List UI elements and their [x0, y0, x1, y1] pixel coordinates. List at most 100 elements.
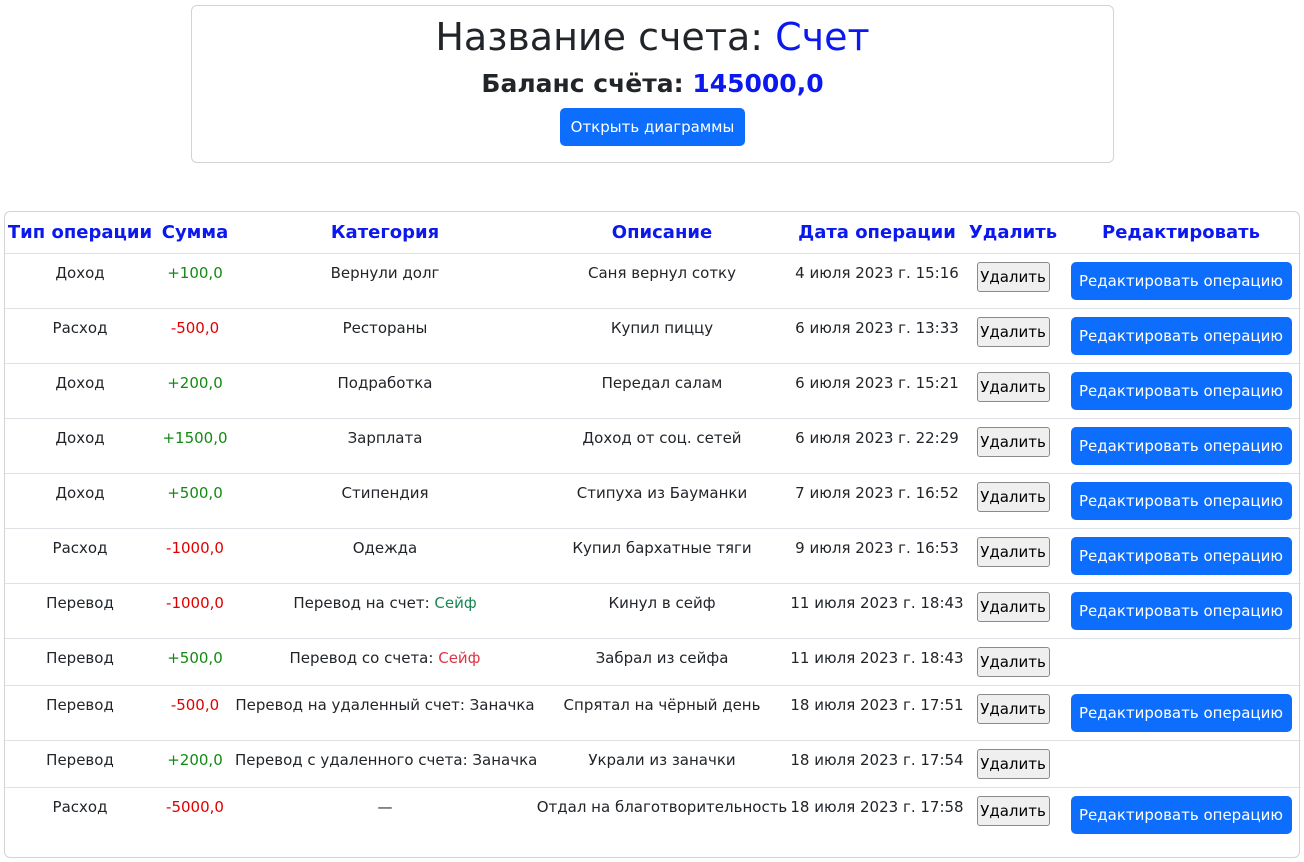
operation-category: Подработка [235, 363, 535, 419]
header-category: Категория [235, 212, 535, 254]
operation-amount: +1500,0 [155, 418, 235, 474]
category-label: Зарплата [347, 428, 423, 447]
operation-type: Расход [52, 797, 108, 816]
operations-table: Тип операции Сумма Категория Описание Да… [5, 212, 1301, 842]
table-row: Доход +500,0 Стипендия Стипуха из Бауманки 7… [5, 473, 1301, 529]
operation-type: Расход [5, 308, 155, 364]
operation-date: 6 июля 2023 г. 22:29 [789, 418, 965, 474]
edit-operation-button[interactable]: Редактировать операцию [1070, 481, 1292, 520]
operation-category: Одежда [235, 528, 535, 584]
operation-description: Передал салам [535, 363, 789, 419]
operation-edit-cell [1061, 740, 1301, 788]
table-row: Расход -1000,0 Одежда Купил бархатные тяги 9… [5, 528, 1301, 584]
delete-button[interactable]: Удалить [976, 646, 1050, 677]
operation-category: Вернули долг [235, 253, 535, 309]
delete-button[interactable]: Удалить [976, 426, 1050, 457]
operation-date: 7 июля 2023 г. 16:52 [789, 473, 965, 529]
delete-button[interactable]: Удалить [976, 795, 1050, 826]
operation-delete-cell: Удалить [965, 363, 1061, 419]
operation-edit-cell: Редактировать операцию [1061, 253, 1301, 309]
edit-operation-button[interactable]: Редактировать операцию [1070, 536, 1292, 575]
operation-amount: -500,0 [155, 308, 235, 364]
account-card: Название счета: Счет Баланс счёта: 14500… [191, 5, 1114, 163]
operation-category: Перевод со счета: Сейф [235, 638, 535, 686]
operation-edit-cell: Редактировать операцию [1061, 685, 1301, 741]
delete-button[interactable]: Удалить [976, 371, 1050, 402]
delete-button[interactable]: Удалить [976, 261, 1050, 292]
operation-delete-cell: Удалить [965, 473, 1061, 529]
edit-operation-button[interactable]: Редактировать операцию [1070, 371, 1292, 410]
operation-category: Рестораны [235, 308, 535, 364]
operation-delete-cell: Удалить [965, 253, 1061, 309]
operation-description: Украли из заначки [535, 740, 789, 788]
table-row: Доход +100,0 Вернули долг Саня вернул сотку… [5, 253, 1301, 309]
operation-edit-cell: Редактировать операцию [1061, 363, 1301, 419]
edit-operation-button[interactable]: Редактировать операцию [1070, 591, 1292, 630]
operation-category: Зарплата [235, 418, 535, 474]
operation-type: Доход [5, 253, 155, 309]
table-row: Доход +200,0 Подработка Передал салам 6 июля… [5, 363, 1301, 419]
operation-description: Купил бархатные тяги [535, 528, 789, 584]
operation-date: 9 июля 2023 г. 16:53 [789, 528, 965, 584]
edit-operation-button[interactable]: Редактировать операцию [1070, 316, 1292, 355]
account-title-label: Название счета: [435, 15, 764, 59]
edit-operation-button[interactable]: Редактировать операцию [1070, 693, 1292, 732]
account-title: Название счета: Счет [192, 12, 1113, 62]
header-delete: Удалить [965, 212, 1061, 254]
operation-type: Доход [5, 418, 155, 474]
header-date: Дата операции [789, 212, 965, 254]
table-row: Перевод -500,0 Перевод на удаленный счет: … [5, 685, 1301, 741]
category-label: Перевод со счета: [289, 648, 434, 667]
open-charts-button[interactable]: Открыть диаграммы [560, 108, 745, 146]
table-row: Перевод +200,0 Перевод с удаленного счета:… [5, 740, 1301, 788]
delete-button[interactable]: Удалить [976, 693, 1050, 724]
edit-operation-button[interactable]: Редактировать операцию [1070, 261, 1292, 300]
operation-description: Доход от соц. сетей [535, 418, 789, 474]
operation-date: 11 июля 2023 г. 18:43 [789, 638, 965, 686]
operation-amount: +500,0 [155, 638, 235, 686]
operation-description: Отдал на благотворительность [536, 797, 788, 816]
operation-amount: -1000,0 [155, 528, 235, 584]
operation-delete-cell: Удалить [965, 685, 1061, 741]
operation-type: Доход [5, 473, 155, 529]
category-label: Одежда [352, 538, 418, 557]
operation-amount: +200,0 [155, 363, 235, 419]
operation-category: Стипендия [235, 473, 535, 529]
operation-delete-cell: Удалить [965, 528, 1061, 584]
header-type: Тип операции [5, 212, 155, 254]
operation-delete-cell: Удалить [965, 787, 1061, 842]
operation-description: Стипуха из Бауманки [535, 473, 789, 529]
operation-category: Перевод на счет: Сейф [235, 583, 535, 639]
edit-operation-button[interactable]: Редактировать операцию [1070, 795, 1292, 834]
balance-value: 145000,0 [692, 69, 824, 98]
operation-description: Спрятал на чёрный день [535, 685, 789, 741]
operation-edit-cell: Редактировать операцию [1061, 583, 1301, 639]
category-label: Перевод на счет: [293, 593, 430, 612]
delete-button[interactable]: Удалить [976, 748, 1050, 779]
table-row: Расход -500,0 Рестораны Купил пиццу 6 июля 2… [5, 308, 1301, 364]
account-balance: Баланс счёта: 145000,0 [192, 64, 1113, 104]
delete-button[interactable]: Удалить [976, 316, 1050, 347]
table-row: Расход -5000,0 — Отдал на благотворительнос… [5, 787, 1301, 842]
category-account-link: Сейф [434, 593, 477, 612]
operation-delete-cell: Удалить [965, 740, 1061, 788]
category-label: — [377, 797, 393, 816]
header-description: Описание [535, 212, 789, 254]
operation-type: Расход [5, 528, 155, 584]
account-name: Счет [775, 15, 870, 59]
operation-description: Кинул в сейф [535, 583, 789, 639]
operation-amount: +100,0 [155, 253, 235, 309]
operation-category: Перевод на удаленный счет: Заначка [235, 685, 535, 741]
delete-button[interactable]: Удалить [976, 536, 1050, 567]
operation-type: Перевод [5, 583, 155, 639]
operation-date: 18 июля 2023 г. 17:54 [789, 740, 965, 788]
delete-button[interactable]: Удалить [976, 481, 1050, 512]
operation-category: — [235, 787, 535, 842]
operation-delete-cell: Удалить [965, 583, 1061, 639]
operation-description: Забрал из сейфа [535, 638, 789, 686]
delete-button[interactable]: Удалить [976, 591, 1050, 622]
operation-amount: -500,0 [155, 685, 235, 741]
operation-delete-cell: Удалить [965, 638, 1061, 686]
operation-edit-cell: Редактировать операцию [1061, 418, 1301, 474]
edit-operation-button[interactable]: Редактировать операцию [1070, 426, 1292, 465]
